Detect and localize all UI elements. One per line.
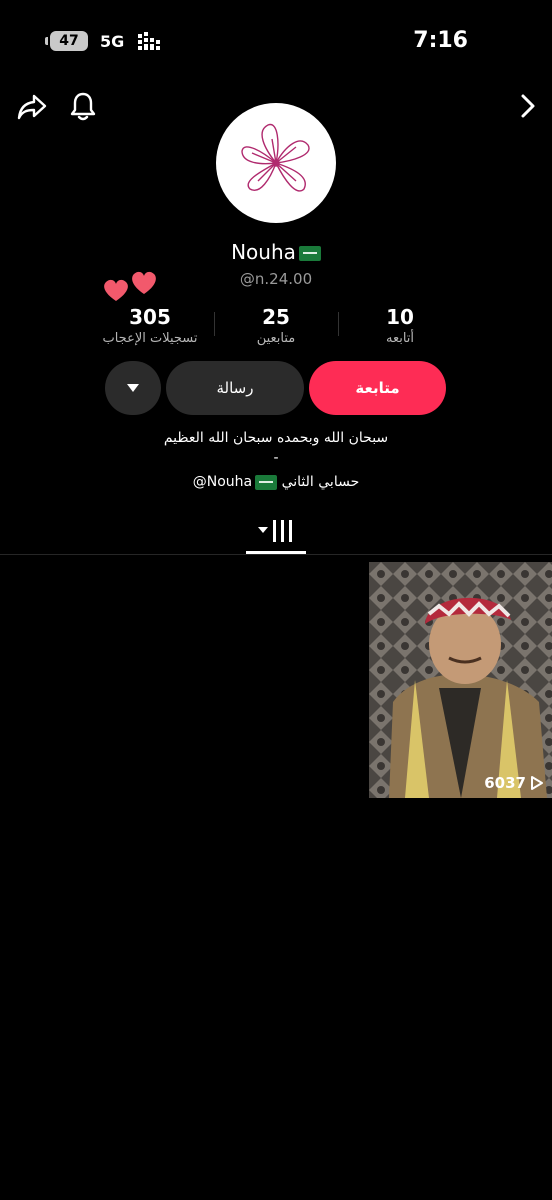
video-thumbnail[interactable]: 6037	[369, 562, 552, 798]
likes-label: تسجيلات الإعجاب	[102, 331, 198, 346]
flower-avatar-image	[241, 123, 310, 192]
message-button[interactable]: رسالة	[166, 361, 304, 415]
view-count: 6037	[484, 774, 544, 792]
display-name-text: Nouha	[231, 240, 296, 264]
battery-indicator: 47	[45, 31, 88, 51]
display-name: Nouha	[0, 240, 552, 264]
video-preview-image	[369, 562, 552, 798]
signal-icon	[138, 32, 160, 50]
bio-second-account-text: حسابي الثاني	[281, 474, 360, 490]
network-type: 5G	[100, 32, 125, 51]
bio-line-1: سبحان الله وبحمده سبحان الله العظيم	[163, 430, 389, 446]
following-label[interactable]: أتابعه	[350, 331, 450, 346]
stat-divider	[338, 312, 339, 336]
bio-line-2: -	[273, 450, 279, 466]
bio-line-3: @Nouha حسابي الثاني	[0, 474, 552, 490]
likes-count: 305	[129, 305, 171, 329]
hearts-icon	[104, 271, 156, 301]
tab-divider	[0, 554, 552, 555]
saudi-flag-icon	[255, 474, 278, 490]
status-time: 7:16	[413, 28, 468, 53]
saudi-flag-icon	[298, 246, 321, 261]
bell-icon[interactable]	[68, 90, 98, 122]
follow-button[interactable]: متابعة	[309, 361, 446, 415]
view-count-text: 6037	[484, 774, 526, 792]
followers-label[interactable]: متابعين	[226, 331, 326, 346]
following-count[interactable]: 10	[350, 305, 450, 329]
username-handle: @n.24.00	[239, 270, 313, 288]
profile-avatar[interactable]	[216, 103, 336, 223]
followers-count[interactable]: 25	[226, 305, 326, 329]
share-icon[interactable]	[16, 90, 48, 122]
stat-divider	[214, 312, 215, 336]
play-icon	[531, 776, 543, 790]
bio-mention[interactable]: @Nouha	[193, 474, 252, 490]
more-options-button[interactable]	[105, 361, 161, 415]
grid-tab-icon[interactable]	[256, 518, 296, 544]
chevron-right-icon[interactable]	[514, 92, 540, 120]
